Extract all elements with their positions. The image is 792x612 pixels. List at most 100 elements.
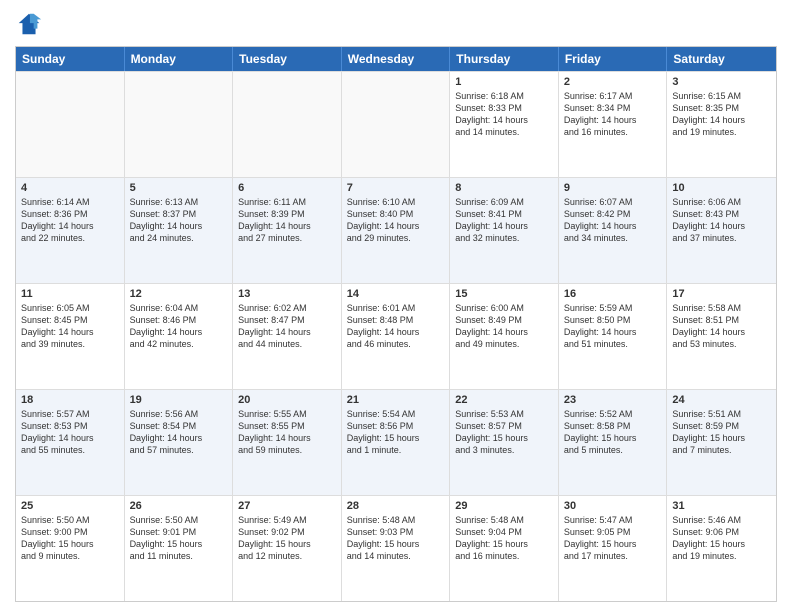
calendar-cell: 24 Sunrise: 5:51 AM Sunset: 8:59 PM Dayli… [667,390,776,495]
day-number: 13 [238,288,336,300]
calendar-row-4: 25 Sunrise: 5:50 AM Sunset: 9:00 PM Dayli… [16,495,776,601]
calendar-row-2: 11Sunrise: 6:05 AM Sunset: 8:45 PM Dayli… [16,283,776,389]
calendar: SundayMondayTuesdayWednesdayThursdayFrid… [15,46,777,602]
cell-text: Sunrise: 5:50 AM Sunset: 9:00 PM Dayligh… [21,514,119,563]
calendar-cell: 5Sunrise: 6:13 AM Sunset: 8:37 PM Daylig… [125,178,234,283]
calendar-cell: 20 Sunrise: 5:55 AM Sunset: 8:55 PM Dayli… [233,390,342,495]
calendar-cell: 30 Sunrise: 5:47 AM Sunset: 9:05 PM Dayli… [559,496,668,601]
header [15,10,777,38]
day-number: 22 [455,394,553,406]
day-number: 9 [564,182,662,194]
calendar-cell [233,72,342,177]
header-cell-friday: Friday [559,47,668,71]
cell-text: Sunrise: 5:55 AM Sunset: 8:55 PM Dayligh… [238,408,336,457]
day-number: 21 [347,394,445,406]
calendar-cell: 23 Sunrise: 5:52 AM Sunset: 8:58 PM Dayli… [559,390,668,495]
day-number: 25 [21,500,119,512]
cell-text: Sunrise: 6:15 AM Sunset: 8:35 PM Dayligh… [672,90,771,139]
day-number: 18 [21,394,119,406]
cell-text: Sunrise: 5:46 AM Sunset: 9:06 PM Dayligh… [672,514,771,563]
calendar-cell: 16 Sunrise: 5:59 AM Sunset: 8:50 PM Dayli… [559,284,668,389]
cell-text: Sunrise: 6:02 AM Sunset: 8:47 PM Dayligh… [238,302,336,351]
day-number: 29 [455,500,553,512]
calendar-header: SundayMondayTuesdayWednesdayThursdayFrid… [16,47,776,71]
calendar-cell [16,72,125,177]
calendar-cell: 12 Sunrise: 6:04 AM Sunset: 8:46 PM Dayli… [125,284,234,389]
calendar-cell [342,72,451,177]
calendar-row-1: 4 Sunrise: 6:14 AM Sunset: 8:36 PM Daylig… [16,177,776,283]
day-number: 28 [347,500,445,512]
calendar-cell: 3 Sunrise: 6:15 AM Sunset: 8:35 PM Daylig… [667,72,776,177]
calendar-row-0: 1 Sunrise: 6:18 AM Sunset: 8:33 PM Daylig… [16,71,776,177]
cell-text: Sunrise: 5:49 AM Sunset: 9:02 PM Dayligh… [238,514,336,563]
cell-text: Sunrise: 5:56 AM Sunset: 8:54 PM Dayligh… [130,408,228,457]
logo-icon [15,10,43,38]
day-number: 6 [238,182,336,194]
calendar-body: 1 Sunrise: 6:18 AM Sunset: 8:33 PM Daylig… [16,71,776,601]
cell-text: Sunrise: 5:47 AM Sunset: 9:05 PM Dayligh… [564,514,662,563]
cell-text: Sunrise: 6:13 AM Sunset: 8:37 PM Dayligh… [130,196,228,245]
calendar-cell: 26Sunrise: 5:50 AM Sunset: 9:01 PM Dayli… [125,496,234,601]
calendar-cell: 2 Sunrise: 6:17 AM Sunset: 8:34 PM Daylig… [559,72,668,177]
cell-text: Sunrise: 5:52 AM Sunset: 8:58 PM Dayligh… [564,408,662,457]
header-cell-thursday: Thursday [450,47,559,71]
calendar-cell: 19 Sunrise: 5:56 AM Sunset: 8:54 PM Dayli… [125,390,234,495]
cell-text: Sunrise: 6:05 AM Sunset: 8:45 PM Dayligh… [21,302,119,351]
calendar-cell: 15Sunrise: 6:00 AM Sunset: 8:49 PM Dayli… [450,284,559,389]
cell-text: Sunrise: 6:09 AM Sunset: 8:41 PM Dayligh… [455,196,553,245]
cell-text: Sunrise: 6:00 AM Sunset: 8:49 PM Dayligh… [455,302,553,351]
cell-text: Sunrise: 5:50 AM Sunset: 9:01 PM Dayligh… [130,514,228,563]
day-number: 19 [130,394,228,406]
day-number: 12 [130,288,228,300]
page: SundayMondayTuesdayWednesdayThursdayFrid… [0,0,792,612]
header-cell-sunday: Sunday [16,47,125,71]
cell-text: Sunrise: 5:53 AM Sunset: 8:57 PM Dayligh… [455,408,553,457]
day-number: 2 [564,76,662,88]
day-number: 3 [672,76,771,88]
calendar-cell: 7 Sunrise: 6:10 AM Sunset: 8:40 PM Daylig… [342,178,451,283]
day-number: 17 [672,288,771,300]
calendar-cell: 11Sunrise: 6:05 AM Sunset: 8:45 PM Dayli… [16,284,125,389]
calendar-cell: 9 Sunrise: 6:07 AM Sunset: 8:42 PM Daylig… [559,178,668,283]
header-cell-wednesday: Wednesday [342,47,451,71]
cell-text: Sunrise: 6:07 AM Sunset: 8:42 PM Dayligh… [564,196,662,245]
calendar-cell [125,72,234,177]
day-number: 20 [238,394,336,406]
day-number: 1 [455,76,553,88]
calendar-cell: 21 Sunrise: 5:54 AM Sunset: 8:56 PM Dayli… [342,390,451,495]
day-number: 30 [564,500,662,512]
cell-text: Sunrise: 6:04 AM Sunset: 8:46 PM Dayligh… [130,302,228,351]
calendar-cell: 22 Sunrise: 5:53 AM Sunset: 8:57 PM Dayli… [450,390,559,495]
day-number: 16 [564,288,662,300]
day-number: 8 [455,182,553,194]
cell-text: Sunrise: 6:01 AM Sunset: 8:48 PM Dayligh… [347,302,445,351]
calendar-cell: 17Sunrise: 5:58 AM Sunset: 8:51 PM Dayli… [667,284,776,389]
calendar-cell: 13 Sunrise: 6:02 AM Sunset: 8:47 PM Dayli… [233,284,342,389]
day-number: 4 [21,182,119,194]
cell-text: Sunrise: 5:51 AM Sunset: 8:59 PM Dayligh… [672,408,771,457]
cell-text: Sunrise: 5:59 AM Sunset: 8:50 PM Dayligh… [564,302,662,351]
calendar-cell: 10 Sunrise: 6:06 AM Sunset: 8:43 PM Dayli… [667,178,776,283]
cell-text: Sunrise: 5:48 AM Sunset: 9:03 PM Dayligh… [347,514,445,563]
calendar-cell: 18 Sunrise: 5:57 AM Sunset: 8:53 PM Dayli… [16,390,125,495]
calendar-cell: 28 Sunrise: 5:48 AM Sunset: 9:03 PM Dayli… [342,496,451,601]
calendar-cell: 8 Sunrise: 6:09 AM Sunset: 8:41 PM Daylig… [450,178,559,283]
calendar-cell: 29Sunrise: 5:48 AM Sunset: 9:04 PM Dayli… [450,496,559,601]
day-number: 31 [672,500,771,512]
cell-text: Sunrise: 6:06 AM Sunset: 8:43 PM Dayligh… [672,196,771,245]
calendar-cell: 27Sunrise: 5:49 AM Sunset: 9:02 PM Dayli… [233,496,342,601]
cell-text: Sunrise: 6:17 AM Sunset: 8:34 PM Dayligh… [564,90,662,139]
day-number: 23 [564,394,662,406]
cell-text: Sunrise: 6:18 AM Sunset: 8:33 PM Dayligh… [455,90,553,139]
header-cell-monday: Monday [125,47,234,71]
header-cell-tuesday: Tuesday [233,47,342,71]
day-number: 7 [347,182,445,194]
cell-text: Sunrise: 6:14 AM Sunset: 8:36 PM Dayligh… [21,196,119,245]
cell-text: Sunrise: 5:57 AM Sunset: 8:53 PM Dayligh… [21,408,119,457]
cell-text: Sunrise: 6:11 AM Sunset: 8:39 PM Dayligh… [238,196,336,245]
cell-text: Sunrise: 5:54 AM Sunset: 8:56 PM Dayligh… [347,408,445,457]
calendar-cell: 4 Sunrise: 6:14 AM Sunset: 8:36 PM Daylig… [16,178,125,283]
cell-text: Sunrise: 6:10 AM Sunset: 8:40 PM Dayligh… [347,196,445,245]
day-number: 10 [672,182,771,194]
day-number: 24 [672,394,771,406]
